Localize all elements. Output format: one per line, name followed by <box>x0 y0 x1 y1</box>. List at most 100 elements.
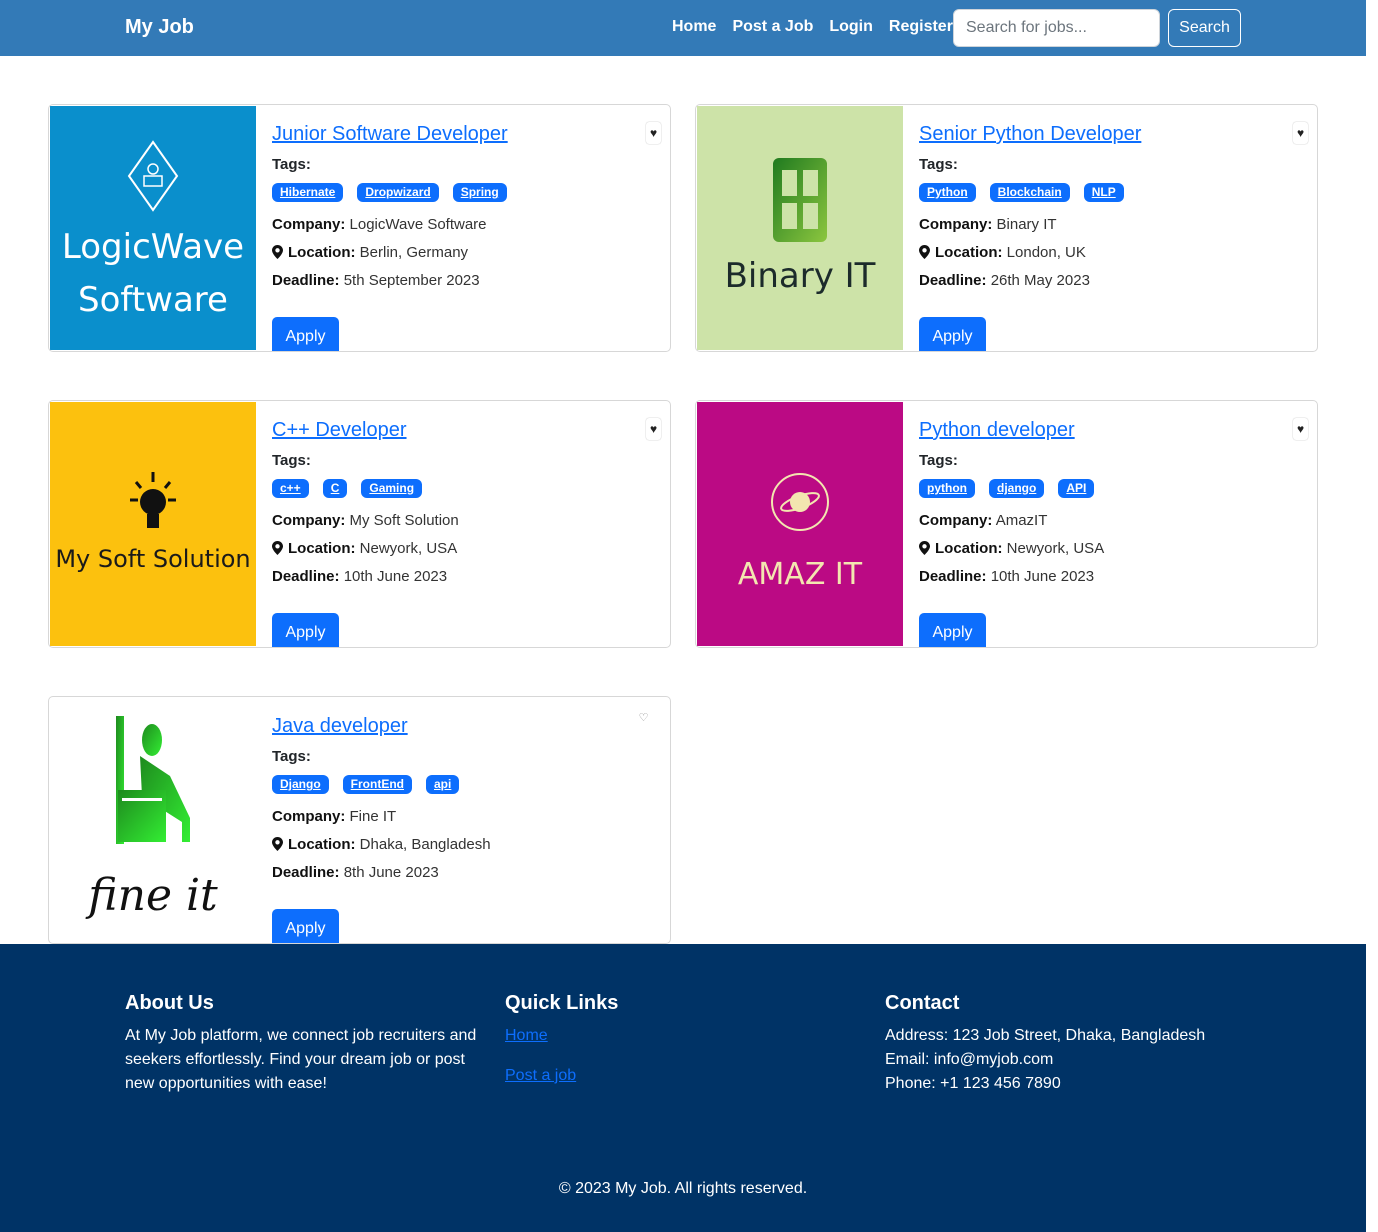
footer-contact-title: Contact <box>885 992 960 1014</box>
tag-list: python django API <box>919 479 1307 498</box>
svg-text:LogicWave: LogicWave <box>62 227 244 267</box>
deadline-label: Deadline: <box>919 568 987 585</box>
job-title-link[interactable]: Junior Software Developer <box>272 121 508 147</box>
footer-links-title: Quick Links <box>505 992 619 1014</box>
footer-quick-links: Quick Links Home Post a job <box>505 992 805 1104</box>
location-label: Location: <box>935 540 1003 557</box>
tag-badge[interactable]: Gaming <box>361 479 423 498</box>
company-label: Company: <box>919 216 993 233</box>
tags-label: Tags: <box>919 452 958 469</box>
location-row: Location: Newyork, USA <box>272 535 660 563</box>
job-title-link[interactable]: C++ Developer <box>272 417 407 443</box>
job-card: My Soft Solution ♥ C++ Developer Tags: c… <box>48 400 671 648</box>
tag-badge[interactable]: Hibernate <box>272 183 344 202</box>
search-button[interactable]: Search <box>1168 9 1241 47</box>
binary-it-logo-image: Binary IT <box>697 106 903 350</box>
location-pin-icon <box>272 245 283 259</box>
company-value: My Soft Solution <box>349 512 459 529</box>
tag-badge[interactable]: Python <box>919 183 976 202</box>
nav-home[interactable]: Home <box>672 18 716 36</box>
job-title-link[interactable]: Python developer <box>919 417 1075 443</box>
nav-register[interactable]: Register <box>889 18 953 36</box>
footer-address: Address: 123 Job Street, Dhaka, Banglade… <box>885 1027 1206 1044</box>
job-title-link[interactable]: Java developer <box>272 713 408 739</box>
tag-badge[interactable]: Blockchain <box>989 183 1070 202</box>
location-pin-icon <box>272 837 283 851</box>
apply-button[interactable]: Apply <box>919 613 986 647</box>
location-row: Location: Dhaka, Bangladesh <box>272 831 660 859</box>
tag-badge[interactable]: python <box>919 479 975 498</box>
tag-badge[interactable]: FrontEnd <box>342 775 412 794</box>
deadline-row: Deadline: 5th September 2023 <box>272 267 660 295</box>
tag-badge[interactable]: API <box>1058 479 1095 498</box>
tag-list: Hibernate Dropwizard Spring <box>272 183 660 202</box>
footer-link-home[interactable]: Home <box>505 1024 805 1048</box>
job-card: LogicWave Software ♥ Junior Software Dev… <box>48 104 671 352</box>
location-pin-icon <box>272 541 283 555</box>
location-pin-icon <box>919 245 930 259</box>
navbar: My Job Home Post a Job Login Register Se… <box>0 0 1366 56</box>
location-value: Dhaka, Bangladesh <box>359 836 491 853</box>
company-logo: Binary IT <box>697 106 903 350</box>
deadline-value: 10th June 2023 <box>990 568 1095 585</box>
tag-list: Django FrontEnd api <box>272 775 660 794</box>
tags-label: Tags: <box>272 156 311 173</box>
company-value: Binary IT <box>996 216 1057 233</box>
company-row: Company: Binary IT <box>919 211 1307 239</box>
company-label: Company: <box>272 512 346 529</box>
search-input[interactable] <box>953 9 1160 47</box>
footer-link-post-job[interactable]: Post a job <box>505 1064 805 1088</box>
job-title-link[interactable]: Senior Python Developer <box>919 121 1141 147</box>
footer: About Us At My Job platform, we connect … <box>0 944 1366 1232</box>
tag-badge[interactable]: NLP <box>1083 183 1124 202</box>
footer-about: About Us At My Job platform, we connect … <box>125 992 485 1096</box>
deadline-value: 26th May 2023 <box>990 272 1090 289</box>
tags-label: Tags: <box>919 156 958 173</box>
company-value: Fine IT <box>349 808 397 825</box>
company-logo: My Soft Solution <box>50 402 256 646</box>
footer-about-title: About Us <box>125 992 214 1014</box>
tag-badge[interactable]: Django <box>272 775 329 794</box>
svg-text:Binary IT: Binary IT <box>725 256 876 296</box>
apply-button[interactable]: Apply <box>272 909 339 943</box>
nav-post-job[interactable]: Post a Job <box>732 18 813 36</box>
footer-phone: Phone: +1 123 456 7890 <box>885 1075 1061 1092</box>
tag-list: Python Blockchain NLP <box>919 183 1307 202</box>
tag-badge[interactable]: Dropwizard <box>357 183 439 202</box>
location-value: Newyork, USA <box>1006 540 1105 557</box>
footer-email: Email: info@myjob.com <box>885 1051 1054 1068</box>
apply-button[interactable]: Apply <box>272 613 339 647</box>
tag-badge[interactable]: api <box>426 775 460 794</box>
nav-login[interactable]: Login <box>829 18 873 36</box>
job-card: AMAZ IT ♥ Python developer Tags: python … <box>695 400 1318 648</box>
company-logo: fine it <box>50 698 256 942</box>
my-soft-solution-logo-image: My Soft Solution <box>50 402 256 646</box>
deadline-label: Deadline: <box>272 864 340 881</box>
card-body: Senior Python Developer Tags: Python Blo… <box>919 121 1307 351</box>
company-label: Company: <box>272 216 346 233</box>
company-value: AmazIT <box>995 512 1048 529</box>
tag-badge[interactable]: django <box>989 479 1045 498</box>
nav-links: Home Post a Job Login Register <box>672 18 953 36</box>
apply-button[interactable]: Apply <box>919 317 986 351</box>
footer-contact: Contact Address: 123 Job Street, Dhaka, … <box>885 992 1285 1096</box>
deadline-label: Deadline: <box>272 272 340 289</box>
tag-badge[interactable]: Spring <box>452 183 507 202</box>
deadline-value: 5th September 2023 <box>343 272 480 289</box>
company-logo: AMAZ IT <box>697 402 903 646</box>
svg-text:Software: Software <box>78 280 228 320</box>
location-label: Location: <box>288 540 356 557</box>
tag-badge[interactable]: C <box>322 479 348 498</box>
deadline-value: 8th June 2023 <box>343 864 439 881</box>
tag-list: c++ C Gaming <box>272 479 660 498</box>
location-value: Berlin, Germany <box>359 244 469 261</box>
company-row: Company: My Soft Solution <box>272 507 660 535</box>
brand-logo[interactable]: My Job <box>125 16 194 39</box>
company-value: LogicWave Software <box>349 216 487 233</box>
deadline-row: Deadline: 8th June 2023 <box>272 859 660 887</box>
job-card: Binary IT ♥ Senior Python Developer Tags… <box>695 104 1318 352</box>
company-label: Company: <box>919 512 993 529</box>
card-body: Java developer Tags: Django FrontEnd api… <box>272 713 660 943</box>
tag-badge[interactable]: c++ <box>272 479 309 498</box>
apply-button[interactable]: Apply <box>272 317 339 351</box>
